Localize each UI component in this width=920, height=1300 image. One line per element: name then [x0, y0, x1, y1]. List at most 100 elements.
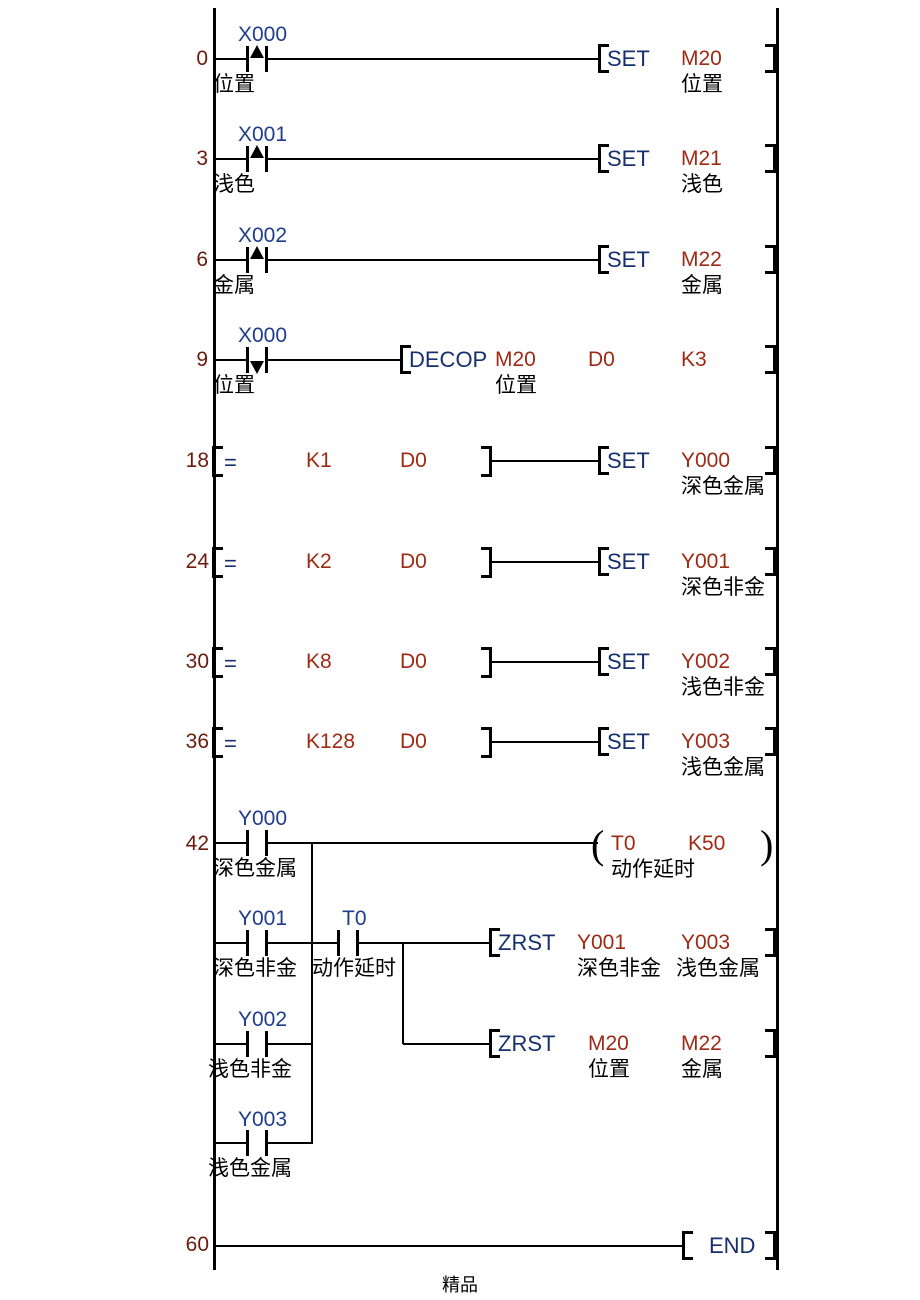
- branch-bus-left: [311, 842, 313, 1142]
- compare-operator[interactable]: =: [224, 653, 237, 675]
- timer-coil-comment: 动作延时: [611, 858, 695, 881]
- wire: [215, 1142, 246, 1144]
- instruction-bracket-close: [765, 1029, 776, 1058]
- instruction-bracket-close: [765, 928, 776, 957]
- instruction-mnemonic[interactable]: END: [709, 1235, 755, 1257]
- operand-device[interactable]: M22: [681, 1033, 722, 1054]
- operand-device[interactable]: Y003: [681, 932, 730, 953]
- compare-right-operand[interactable]: D0: [400, 551, 427, 572]
- compare-right-operand[interactable]: D0: [400, 731, 427, 752]
- operand-comment: 金属: [681, 274, 723, 297]
- step-number: 18: [185, 449, 209, 472]
- instruction-bracket-close: [765, 144, 776, 173]
- operand-device[interactable]: D0: [588, 349, 615, 370]
- operand-comment: 金属: [681, 1058, 723, 1081]
- operand-device[interactable]: M20: [588, 1033, 629, 1054]
- compare-operator[interactable]: =: [224, 553, 237, 575]
- compare-left-operand[interactable]: K8: [306, 651, 332, 672]
- instruction-bracket-close: [765, 345, 776, 374]
- contact-comment: 浅色非金: [208, 1058, 292, 1081]
- contact-device-label: Y000: [238, 807, 288, 830]
- step-number: 3: [196, 147, 208, 170]
- wire: [215, 58, 246, 60]
- wire: [492, 460, 598, 462]
- wire: [215, 1245, 682, 1247]
- operand-device[interactable]: M20: [495, 349, 536, 370]
- coil-paren-close: ): [760, 822, 774, 867]
- wire: [268, 1043, 313, 1045]
- compare-right-operand[interactable]: D0: [400, 651, 427, 672]
- contact-comment: 位置: [213, 374, 255, 397]
- wire: [215, 842, 246, 844]
- series-contact-device-label: T0: [342, 907, 367, 930]
- wire: [215, 259, 246, 261]
- contact-comment: 金属: [213, 274, 255, 297]
- instruction-mnemonic[interactable]: ZRST: [498, 1033, 555, 1055]
- compare-bracket-close: [481, 446, 492, 477]
- compare-operator[interactable]: =: [224, 733, 237, 755]
- right-power-rail: [776, 8, 779, 1270]
- wire: [312, 942, 337, 944]
- step-number: 42: [185, 832, 209, 855]
- operand-device[interactable]: M21: [681, 148, 722, 169]
- operand-device[interactable]: Y003: [681, 731, 730, 752]
- instruction-mnemonic[interactable]: ZRST: [498, 932, 555, 954]
- compare-bracket-close: [481, 547, 492, 578]
- wire: [268, 259, 598, 261]
- operand-comment: 深色非金: [577, 957, 661, 980]
- step-number: 60: [185, 1233, 209, 1256]
- instruction-bracket-close: [765, 647, 776, 676]
- compare-left-operand[interactable]: K128: [306, 731, 355, 752]
- contact-device-label: X000: [238, 23, 288, 46]
- wire: [359, 942, 489, 944]
- operand-device[interactable]: Y002: [681, 651, 730, 672]
- contact-device-label: X000: [238, 324, 288, 347]
- operand-device[interactable]: Y000: [681, 450, 730, 471]
- wire: [215, 158, 246, 160]
- operand-device[interactable]: K3: [681, 349, 707, 370]
- compare-operator[interactable]: =: [224, 452, 237, 474]
- timer-coil-device[interactable]: T0: [611, 833, 636, 854]
- step-number: 9: [196, 348, 208, 371]
- operand-device[interactable]: M20: [681, 48, 722, 69]
- compare-left-operand[interactable]: K2: [306, 551, 332, 572]
- contact-device-label: Y003: [238, 1108, 288, 1131]
- instruction-mnemonic[interactable]: SET: [607, 651, 650, 673]
- contact-device-label: Y002: [238, 1008, 288, 1031]
- instruction-bracket-close: [765, 446, 776, 475]
- wire: [492, 661, 598, 663]
- wire: [403, 1043, 489, 1045]
- instruction-mnemonic[interactable]: SET: [607, 249, 650, 271]
- compare-bracket-open: [212, 446, 223, 477]
- compare-left-operand[interactable]: K1: [306, 450, 332, 471]
- operand-device[interactable]: Y001: [577, 932, 626, 953]
- operand-comment: 深色金属: [681, 475, 765, 498]
- ladder-diagram-canvas: 0 X000 位置 SET M20 位置 3 X001 浅色 SET M21 浅…: [0, 0, 920, 1300]
- coil-paren-open: (: [591, 822, 605, 867]
- timer-coil-preset[interactable]: K50: [688, 833, 725, 854]
- instruction-mnemonic[interactable]: SET: [607, 731, 650, 753]
- compare-bracket-open: [212, 727, 223, 758]
- compare-bracket-open: [212, 647, 223, 678]
- instruction-bracket-close: [765, 727, 776, 756]
- instruction-mnemonic[interactable]: SET: [607, 450, 650, 472]
- branch-bus-output: [402, 942, 404, 1044]
- falling-edge-arrow-icon: [250, 361, 264, 374]
- compare-right-operand[interactable]: D0: [400, 450, 427, 471]
- operand-comment: 浅色金属: [676, 957, 760, 980]
- rising-edge-arrow-icon: [250, 145, 264, 158]
- instruction-mnemonic[interactable]: SET: [607, 48, 650, 70]
- instruction-mnemonic[interactable]: SET: [607, 148, 650, 170]
- instruction-mnemonic[interactable]: DECOP: [409, 349, 487, 371]
- operand-device[interactable]: M22: [681, 249, 722, 270]
- operand-comment: 位置: [681, 73, 723, 96]
- contact-comment: 浅色: [213, 173, 255, 196]
- wire: [215, 359, 246, 361]
- wire: [215, 1043, 246, 1045]
- wire: [492, 561, 598, 563]
- wire: [268, 359, 400, 361]
- operand-device[interactable]: Y001: [681, 551, 730, 572]
- operand-comment: 位置: [495, 374, 537, 397]
- rising-edge-arrow-icon: [250, 45, 264, 58]
- instruction-mnemonic[interactable]: SET: [607, 551, 650, 573]
